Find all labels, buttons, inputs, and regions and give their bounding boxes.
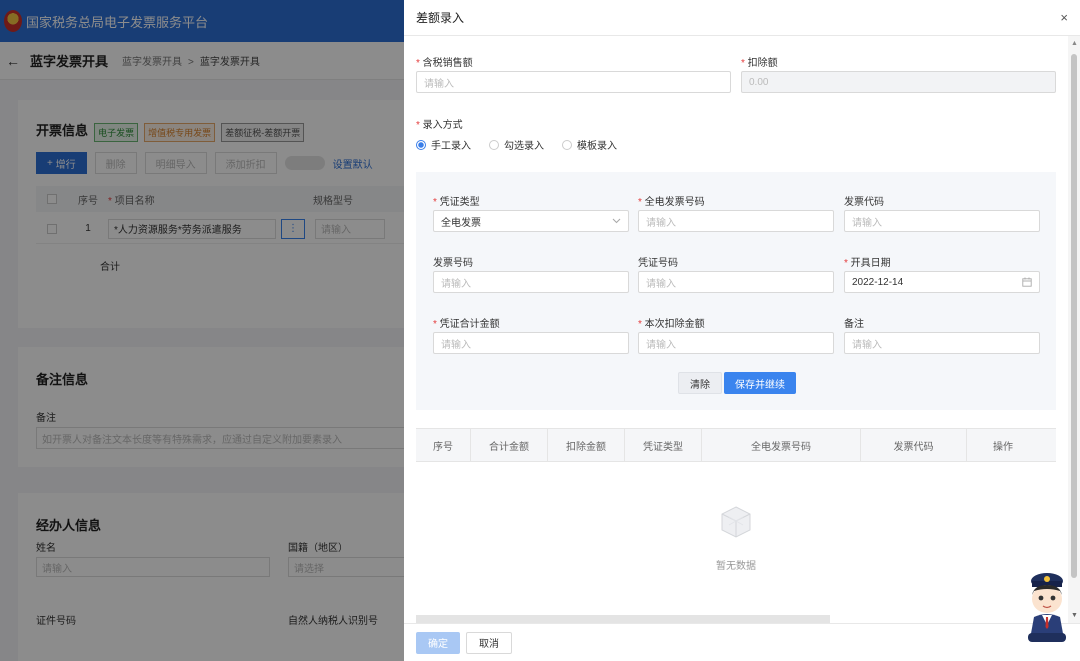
radio-manual-entry[interactable]: 手工录入 <box>416 137 471 152</box>
radio-check-entry[interactable]: 勾选录入 <box>489 137 544 152</box>
cancel-button[interactable]: 取消 <box>466 631 512 654</box>
vertical-scrollbar[interactable]: ▲ ▼ <box>1068 36 1080 623</box>
chevron-down-icon <box>612 218 621 224</box>
records-table-header: 序号 合计金额 扣除金额 凭证类型 全电发票号码 发票代码 操作 <box>416 428 1056 462</box>
full-invoice-no-input[interactable]: 请输入 <box>638 210 834 232</box>
entry-mode-label: * 录入方式 <box>416 120 463 131</box>
calendar-icon <box>1022 277 1032 287</box>
radio-dot[interactable] <box>562 139 572 150</box>
close-icon[interactable]: × <box>1060 10 1068 25</box>
invoice-no-input[interactable]: 请输入 <box>433 271 629 293</box>
difference-entry-dialog: 差额录入 × * 含税销售额 请输入 * 扣除额 0.00 * 录入方式 手工录… <box>404 0 1080 661</box>
entry-mode-radio-group: 手工录入 勾选录入 模板录入 <box>416 137 617 152</box>
clear-button[interactable]: 清除 <box>678 372 722 394</box>
total-sales-input[interactable]: 请输入 <box>416 71 731 93</box>
modal-overlay[interactable] <box>0 0 404 661</box>
deduction-label: * 扣除额 <box>741 58 778 69</box>
voucher-no-label: 凭证号码 <box>638 258 678 269</box>
scroll-up-icon[interactable]: ▲ <box>1071 40 1078 47</box>
col-total-amount: 合计金额 <box>471 429 548 461</box>
col-full-invoice-no: 全电发票号码 <box>702 429 861 461</box>
issue-date-picker[interactable]: 2022-12-14 <box>844 271 1040 293</box>
col-deduction-amount: 扣除金额 <box>548 429 625 461</box>
current-deduction-label: * 本次扣除金额 <box>638 319 705 330</box>
manual-entry-panel: * 凭证类型 全电发票 * 全电发票号码 请输入 发票代码 请输入 发票号码 请… <box>416 172 1056 410</box>
col-voucher-type: 凭证类型 <box>625 429 702 461</box>
current-deduction-input[interactable]: 请输入 <box>638 332 834 354</box>
empty-state: 暂无数据 <box>416 504 1056 572</box>
col-actions: 操作 <box>993 441 1013 453</box>
invoice-code-label: 发票代码 <box>844 197 884 208</box>
voucher-no-input[interactable]: 请输入 <box>638 271 834 293</box>
full-invoice-no-label: * 全电发票号码 <box>638 197 705 208</box>
tax-assistant-mascot-icon[interactable] <box>1022 567 1072 643</box>
dialog-header: 差额录入 × <box>404 0 1080 36</box>
save-continue-button[interactable]: 保存并继续 <box>724 372 796 394</box>
remark-label: 备注 <box>844 319 864 330</box>
deduction-input: 0.00 <box>741 71 1056 93</box>
issue-date-label: * 开具日期 <box>844 258 891 269</box>
dialog-footer: 确定 取消 <box>404 623 1080 661</box>
invoice-code-input[interactable]: 请输入 <box>844 210 1040 232</box>
dialog-title: 差额录入 <box>416 11 465 25</box>
dialog-body: * 含税销售额 请输入 * 扣除额 0.00 * 录入方式 手工录入 勾选录入 … <box>404 36 1068 623</box>
remark-input[interactable]: 请输入 <box>844 332 1040 354</box>
horizontal-scrollbar[interactable] <box>416 615 830 623</box>
empty-box-icon <box>721 506 751 538</box>
confirm-button[interactable]: 确定 <box>416 631 460 654</box>
invoice-no-label: 发票号码 <box>433 258 473 269</box>
col-invoice-code: 发票代码 <box>861 429 967 461</box>
voucher-total-label: * 凭证合计金额 <box>433 319 500 330</box>
voucher-type-label: * 凭证类型 <box>433 197 480 208</box>
total-sales-label: * 含税销售额 <box>416 58 473 69</box>
empty-text: 暂无数据 <box>716 561 756 572</box>
radio-dot-selected[interactable] <box>416 139 426 150</box>
voucher-type-select[interactable]: 全电发票 <box>433 210 629 232</box>
voucher-total-input[interactable]: 请输入 <box>433 332 629 354</box>
scrollbar-thumb[interactable] <box>1071 54 1077 578</box>
radio-dot[interactable] <box>489 139 499 150</box>
radio-template-entry[interactable]: 模板录入 <box>562 137 617 152</box>
col-index: 序号 <box>416 429 471 461</box>
scroll-down-icon[interactable]: ▼ <box>1071 612 1078 619</box>
